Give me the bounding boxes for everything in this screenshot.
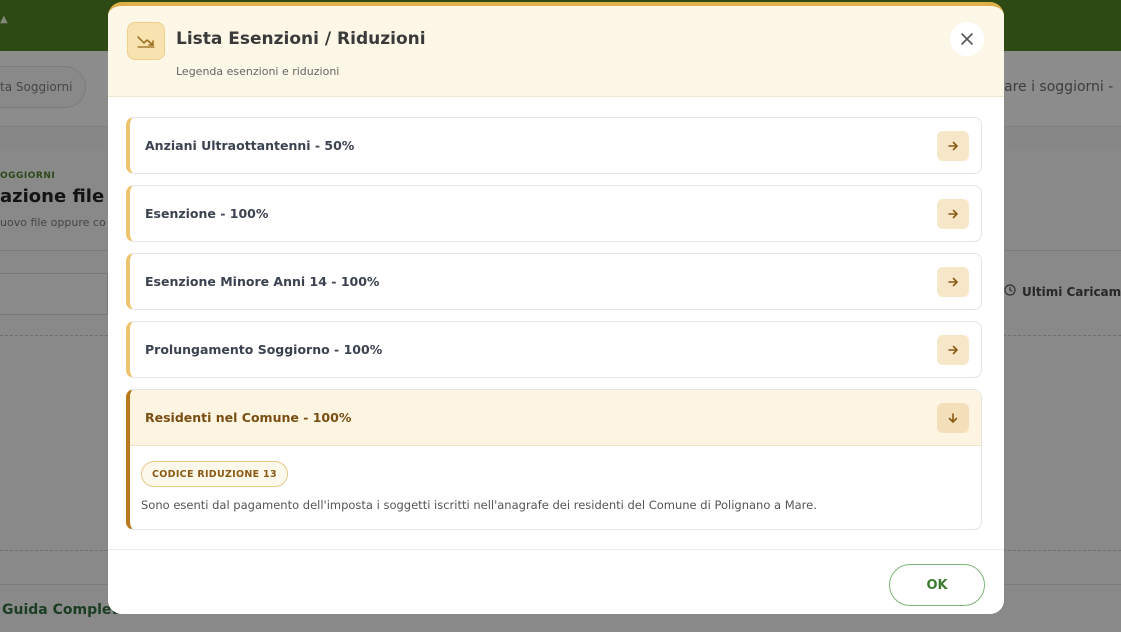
arrow-right-icon: [948, 209, 958, 219]
ok-button[interactable]: OK: [889, 564, 985, 606]
expand-button[interactable]: [937, 267, 969, 297]
expand-button[interactable]: [937, 199, 969, 229]
exemption-description: Sono esenti dal pagamento dell'imposta i…: [141, 498, 817, 512]
modal-title: Lista Esenzioni / Riduzioni: [176, 29, 426, 49]
modal-subtitle: Legenda esenzioni e riduzioni: [176, 65, 340, 78]
exemption-item[interactable]: Esenzione Minore Anni 14 - 100%: [126, 253, 982, 310]
code-badge: CODICE RIDUZIONE 13: [141, 461, 288, 487]
exemption-label: Esenzione - 100%: [145, 206, 269, 221]
exemption-label: Anziani Ultraottantenni - 50%: [145, 138, 355, 153]
arrow-right-icon: [948, 345, 958, 355]
exemption-item[interactable]: Prolungamento Soggiorno - 100%: [126, 321, 982, 378]
exemption-list: Anziani Ultraottantenni - 50% Esenzione …: [126, 117, 982, 541]
expand-button[interactable]: [937, 335, 969, 365]
exemption-label: Residenti nel Comune - 100%: [145, 410, 352, 425]
expand-button[interactable]: [937, 131, 969, 161]
collapse-button[interactable]: [937, 403, 969, 433]
trending-down-icon: [127, 22, 165, 60]
exemption-item-expanded[interactable]: Residenti nel Comune - 100% CODICE RIDUZ…: [126, 389, 982, 530]
modal-header: Lista Esenzioni / Riduzioni Legenda esen…: [108, 6, 1004, 97]
exemption-item[interactable]: Anziani Ultraottantenni - 50%: [126, 117, 982, 174]
exemptions-modal: Lista Esenzioni / Riduzioni Legenda esen…: [108, 2, 1004, 614]
close-icon: [961, 33, 973, 45]
exemption-item[interactable]: Esenzione - 100%: [126, 185, 982, 242]
exemption-label: Prolungamento Soggiorno - 100%: [145, 342, 383, 357]
arrow-down-icon: [948, 413, 958, 423]
exemption-label: Esenzione Minore Anni 14 - 100%: [145, 274, 380, 289]
modal-footer: OK: [108, 549, 1004, 614]
close-button[interactable]: [950, 22, 984, 56]
arrow-right-icon: [948, 141, 958, 151]
arrow-right-icon: [948, 277, 958, 287]
